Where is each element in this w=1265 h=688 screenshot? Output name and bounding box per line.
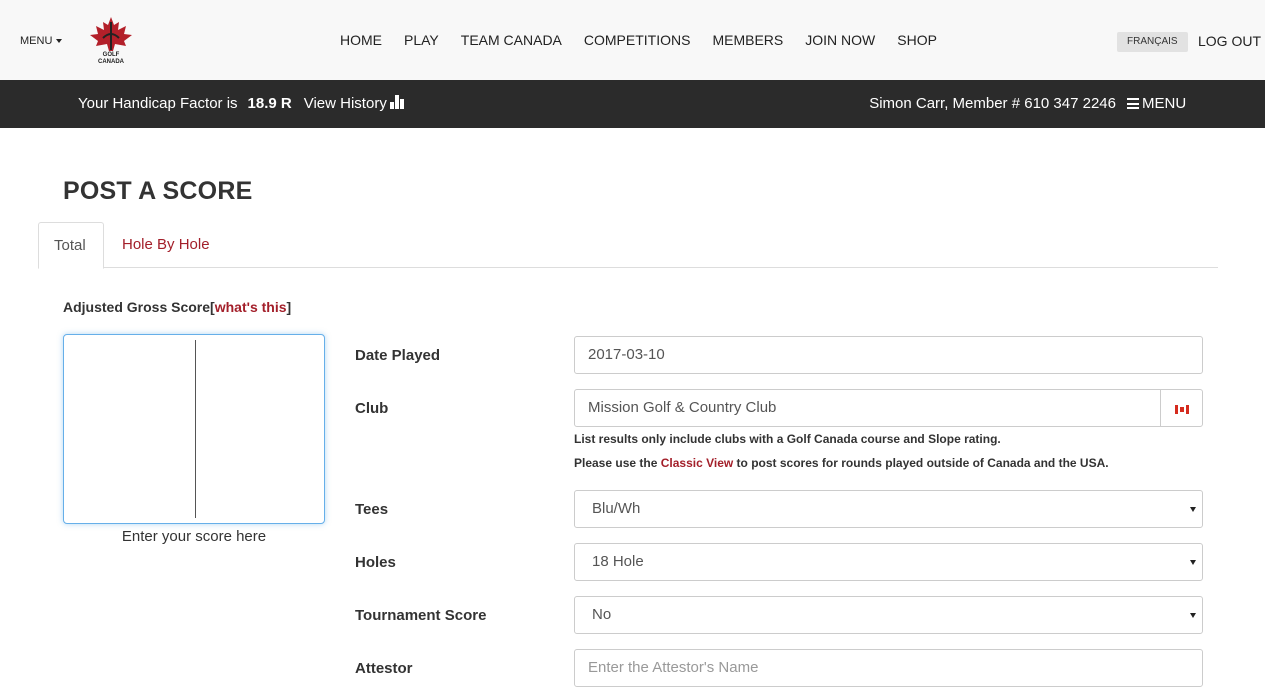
whats-this-link[interactable]: what's this <box>215 299 287 315</box>
member-menu-label: MENU <box>1142 95 1187 112</box>
score-hint: Enter your score here <box>121 528 267 545</box>
nav-team-canada[interactable]: TEAM CANADA <box>461 32 562 52</box>
nav-join-now[interactable]: JOIN NOW <box>805 32 875 52</box>
text-cursor <box>195 340 196 518</box>
handicap-info: Your Handicap Factor is 18.9 R View Histor… <box>78 95 405 112</box>
handicap-label: Your Handicap Factor is <box>78 95 238 112</box>
club-note-2-suffix: to post scores for rounds played outside… <box>733 456 1109 470</box>
canada-flag-icon <box>1175 405 1189 414</box>
nav-shop[interactable]: SHOP <box>897 32 937 52</box>
club-note-2-prefix: Please use the <box>574 456 661 470</box>
top-navbar: MENU GOLF CANADA HOME PLAY TEAM CANADA C… <box>0 0 1265 80</box>
tees-select[interactable]: Blu/Wh <box>574 490 1203 528</box>
tees-label: Tees <box>355 501 389 518</box>
golf-canada-logo[interactable]: GOLF CANADA <box>86 16 136 70</box>
select-arrow-icon <box>1190 613 1196 618</box>
score-tabs: Total Hole By Hole <box>38 222 1218 269</box>
member-info: Simon Carr, Member # 610 347 2246 <box>869 95 1116 112</box>
holes-label: Holes <box>355 554 396 571</box>
menu-dropdown-label: MENU <box>20 35 53 47</box>
ags-label-text: Adjusted Gross Score <box>63 299 211 315</box>
score-input[interactable] <box>63 334 325 524</box>
nav-play[interactable]: PLAY <box>404 32 439 52</box>
bar-chart-icon <box>389 95 405 109</box>
adjusted-gross-score-label: Adjusted Gross Score[what's this] <box>63 299 291 315</box>
club-note-2: Please use the Classic View to post scor… <box>574 456 1109 470</box>
nav-home[interactable]: HOME <box>340 32 382 52</box>
club-note-1: List results only include clubs with a G… <box>574 432 1001 446</box>
tournament-score-label: Tournament Score <box>355 607 487 624</box>
tees-value: Blu/Wh <box>592 500 641 517</box>
member-menu-button[interactable]: MENU <box>1127 95 1186 112</box>
logout-link[interactable]: LOG OUT <box>1198 33 1261 49</box>
view-history-link[interactable]: View History <box>304 95 405 112</box>
attestor-label: Attestor <box>355 660 413 677</box>
country-flag-button[interactable] <box>1160 389 1203 427</box>
logo-text-golf: GOLF <box>102 52 120 58</box>
caret-down-icon <box>56 39 63 44</box>
club-label: Club <box>355 400 389 417</box>
club-field[interactable]: Mission Golf & Country Club <box>574 389 1161 427</box>
main-nav: HOME PLAY TEAM CANADA COMPETITIONS MEMBE… <box>340 32 959 52</box>
nav-competitions[interactable]: COMPETITIONS <box>584 32 691 52</box>
page-title: POST A SCORE <box>63 177 253 205</box>
holes-select[interactable]: 18 Hole <box>574 543 1203 581</box>
logo-text-canada: CANADA <box>98 59 124 65</box>
hamburger-icon <box>1127 98 1139 109</box>
attestor-input[interactable]: Enter the Attestor's Name <box>574 649 1203 687</box>
view-history-label: View History <box>303 95 387 112</box>
handicap-value: 18.9 R <box>247 95 292 112</box>
logo-text: GOLF CANADA <box>86 52 136 66</box>
holes-value: 18 Hole <box>592 553 644 570</box>
select-arrow-icon <box>1190 507 1196 512</box>
tab-hole-by-hole[interactable]: Hole By Hole <box>107 222 225 268</box>
classic-view-link[interactable]: Classic View <box>661 456 734 470</box>
tab-total[interactable]: Total <box>38 222 104 269</box>
date-played-label: Date Played <box>355 347 441 364</box>
menu-dropdown-toggle[interactable]: MENU <box>20 35 63 47</box>
language-toggle-button[interactable]: FRANÇAIS <box>1117 32 1188 52</box>
tournament-score-select[interactable]: No <box>574 596 1203 634</box>
date-played-field[interactable]: 2017-03-10 <box>574 336 1203 374</box>
tournament-score-value: No <box>592 606 612 623</box>
nav-members[interactable]: MEMBERS <box>712 32 783 52</box>
bracket-close: ] <box>286 299 292 315</box>
member-bar: Your Handicap Factor is 18.9 R View Histor… <box>0 80 1265 128</box>
maple-leaf-icon <box>90 17 132 51</box>
select-arrow-icon <box>1190 560 1196 565</box>
